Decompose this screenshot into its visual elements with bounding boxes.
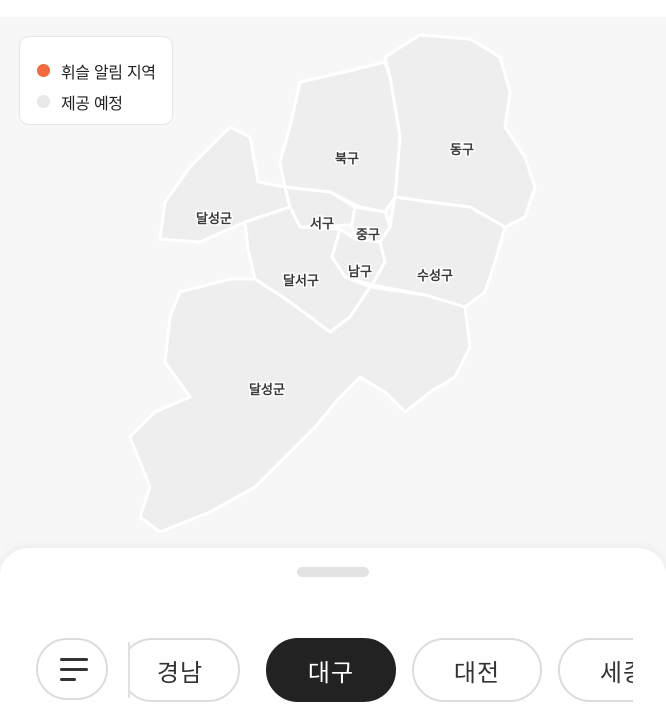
region-chip-daejeon[interactable]: 대전 [412,638,542,702]
label-junggu: 중구 [356,228,380,243]
region-chip-daegu[interactable]: 대구 [266,638,396,702]
legend-label: 휘슬 알림 지역 [61,62,156,82]
label-namgu: 남구 [348,264,372,280]
menu-icon-bar [60,678,76,681]
menu-button[interactable] [36,638,108,700]
label-bukgu: 북구 [335,152,359,167]
region-chip-gyeongnam[interactable]: 경남 [130,638,240,702]
legend-dot-icon [37,64,50,77]
legend-item: 휘슬 알림 지역 [37,55,172,86]
label-suseonggu: 수성구 [417,269,453,284]
label-dalseogu: 달서구 [283,274,319,289]
district-dalseonggun-south[interactable] [128,277,472,534]
label-dalseonggun-north: 달성군 [196,212,232,227]
region-chip-list[interactable]: 경남 대구 대전 세종 [130,638,633,718]
bottom-sheet: 경남 대구 대전 세종 [0,548,666,718]
label-donggu: 동구 [450,143,474,158]
label-seogu: 서구 [310,217,334,232]
menu-icon-bar [60,668,88,671]
legend-label: 제공 예정 [61,93,123,113]
drag-handle[interactable] [297,567,369,577]
legend-item: 제공 예정 [37,86,172,117]
menu-icon [60,658,88,661]
region-chip-sejong[interactable]: 세종 [558,638,633,702]
map-legend: 휘슬 알림 지역 제공 예정 [19,36,173,125]
legend-dot-icon [37,95,50,108]
label-dalseonggun-south: 달성군 [249,383,285,398]
